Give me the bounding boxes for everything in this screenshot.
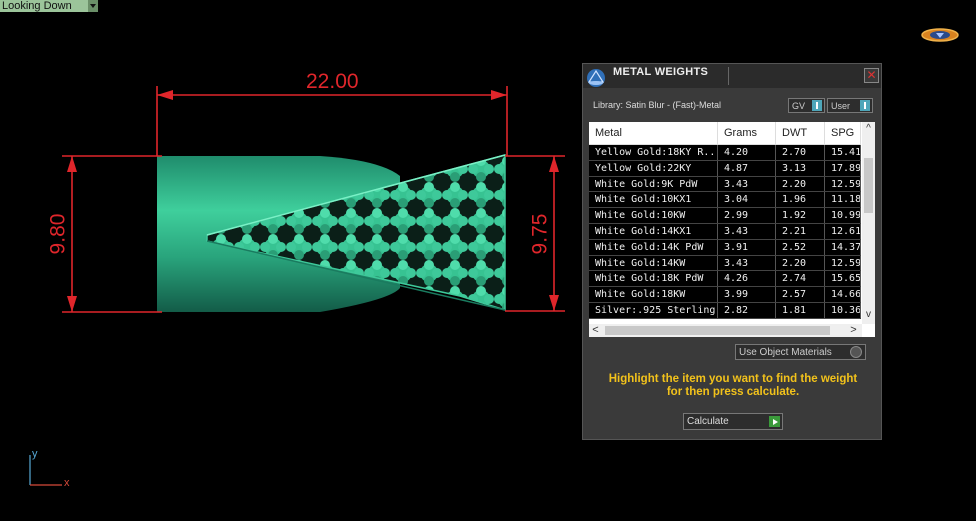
cell-spg: 12.59 (825, 176, 861, 192)
cell-spg: 12.61 (825, 223, 861, 239)
width-dimension: 22.00 (306, 70, 359, 93)
table-row[interactable]: White Gold:18KW 3.99 2.57 14.66 (589, 287, 861, 303)
cell-dwt: 1.96 (776, 192, 825, 208)
table-row[interactable]: White Gold:14KX1 3.43 2.21 12.61 (589, 223, 861, 240)
calculate-label: Calculate (687, 416, 729, 427)
table-row[interactable]: Silver:.925 Sterling 2.82 1.81 10.36 (589, 302, 861, 319)
scroll-thumb[interactable] (605, 326, 830, 335)
table-row[interactable]: Yellow Gold:22KY 4.87 3.13 17.89 (589, 160, 861, 177)
scroll-right-icon[interactable]: > (847, 324, 860, 337)
cell-metal: White Gold:10KW (589, 208, 718, 223)
scroll-left-icon[interactable]: < (589, 324, 602, 337)
user-toggle-label: User (831, 100, 851, 111)
scroll-thumb[interactable] (864, 158, 873, 213)
cell-grams: 3.04 (718, 192, 776, 208)
cell-metal: Yellow Gold:18KY R... (589, 145, 718, 160)
toggle-switch-icon (860, 100, 870, 111)
metal-table: Metal Grams DWT SPG Yellow Gold:18KY R..… (589, 122, 875, 337)
cell-spg: 15.65 (825, 271, 861, 287)
title-divider (728, 67, 729, 85)
table-row[interactable]: White Gold:10KX1 3.04 1.96 11.18 (589, 192, 861, 209)
column-header-spg[interactable]: SPG (825, 122, 861, 144)
table-row[interactable]: Yellow Gold:18KY R... 4.20 2.70 15.41 (589, 145, 861, 161)
cell-dwt: 2.52 (776, 239, 825, 255)
cell-dwt: 2.70 (776, 145, 825, 160)
cell-metal: White Gold:14K PdW (589, 239, 718, 255)
cell-metal: White Gold:14KW (589, 255, 718, 271)
column-header-dwt[interactable]: DWT (776, 122, 825, 144)
ring-viewport (29, 86, 565, 486)
cell-spg: 14.37 (825, 239, 861, 255)
cell-spg: 17.89 (825, 160, 861, 176)
cell-metal: Silver:.925 Sterling (589, 302, 718, 318)
panel-title: METAL WEIGHTS (613, 66, 709, 78)
instruction-line-1: Highlight the item you want to find the … (608, 373, 858, 385)
column-header-metal[interactable]: Metal (589, 122, 718, 144)
cell-metal: Yellow Gold:22KY (589, 160, 718, 176)
axis-y-label: y (32, 448, 38, 460)
cell-dwt: 2.57 (776, 287, 825, 302)
cell-grams: 3.99 (718, 287, 776, 302)
cell-grams: 2.82 (718, 302, 776, 318)
cell-metal: White Gold:14KX1 (589, 223, 718, 239)
balance-scale-icon (587, 69, 605, 87)
cell-dwt: 1.81 (776, 302, 825, 318)
toggle-switch-icon (812, 100, 822, 111)
cell-dwt: 2.20 (776, 176, 825, 192)
calculate-button[interactable]: Calculate (683, 413, 783, 430)
gv-toggle-label: GV (792, 100, 806, 111)
gv-toggle[interactable]: GV (788, 98, 825, 113)
cell-spg: 15.41 (825, 145, 861, 160)
table-body: Yellow Gold:18KY R... 4.20 2.70 15.41 Yello… (589, 145, 861, 319)
cell-spg: 10.99 (825, 208, 861, 223)
cell-grams: 3.91 (718, 239, 776, 255)
cell-grams: 3.43 (718, 255, 776, 271)
axis-x-label: x (64, 477, 70, 489)
metal-weights-panel: METAL WEIGHTS ✕ Library: Satin Blur - (F… (582, 63, 882, 440)
cell-grams: 3.43 (718, 176, 776, 192)
cell-spg: 11.18 (825, 192, 861, 208)
cell-spg: 10.36 (825, 302, 861, 318)
cell-grams: 2.99 (718, 208, 776, 223)
cell-metal: White Gold:18K PdW (589, 271, 718, 287)
table-row[interactable]: White Gold:14KW 3.43 2.20 12.59 (589, 255, 861, 272)
table-row[interactable]: White Gold:18K PdW 4.26 2.74 15.65 (589, 271, 861, 288)
cell-grams: 4.20 (718, 145, 776, 160)
library-label: Library: Satin Blur - (Fast)-Metal (593, 100, 722, 110)
panel-title-bar[interactable]: METAL WEIGHTS ✕ (583, 64, 881, 88)
cell-dwt: 2.21 (776, 223, 825, 239)
use-object-materials-toggle[interactable]: Use Object Materials (735, 344, 866, 360)
table-row[interactable]: White Gold:10KW 2.99 1.92 10.99 (589, 208, 861, 224)
user-toggle[interactable]: User (827, 98, 873, 113)
scroll-down-icon[interactable]: v (862, 308, 875, 321)
horizontal-scrollbar[interactable]: < > (589, 324, 862, 337)
cell-metal: White Gold:10KX1 (589, 192, 718, 208)
cell-dwt: 1.92 (776, 208, 825, 223)
gemvision-logo-icon (921, 28, 959, 42)
right-height-dimension: 9.75 (528, 213, 552, 255)
cell-metal: White Gold:18KW (589, 287, 718, 302)
cell-grams: 4.87 (718, 160, 776, 176)
close-button[interactable]: ✕ (864, 68, 879, 83)
radio-icon (850, 346, 862, 358)
use-object-materials-label: Use Object Materials (739, 346, 832, 358)
table-row[interactable]: White Gold:9K PdW 3.43 2.20 12.59 (589, 176, 861, 193)
play-arrow-icon (769, 416, 780, 427)
instruction-text: Highlight the item you want to find the … (593, 373, 873, 399)
vertical-scrollbar[interactable]: ^ v (862, 122, 875, 324)
cell-dwt: 2.74 (776, 271, 825, 287)
cell-grams: 3.43 (718, 223, 776, 239)
cell-dwt: 2.20 (776, 255, 825, 271)
table-header: Metal Grams DWT SPG (589, 122, 861, 145)
cell-dwt: 3.13 (776, 160, 825, 176)
scroll-up-icon[interactable]: ^ (862, 122, 875, 135)
cell-spg: 12.59 (825, 255, 861, 271)
instruction-line-2: for then press calculate. (666, 386, 800, 398)
cell-grams: 4.26 (718, 271, 776, 287)
column-header-grams[interactable]: Grams (718, 122, 776, 144)
cell-spg: 14.66 (825, 287, 861, 302)
table-row[interactable]: White Gold:14K PdW 3.91 2.52 14.37 (589, 239, 861, 256)
cell-metal: White Gold:9K PdW (589, 176, 718, 192)
left-height-dimension: 9.80 (46, 213, 70, 255)
